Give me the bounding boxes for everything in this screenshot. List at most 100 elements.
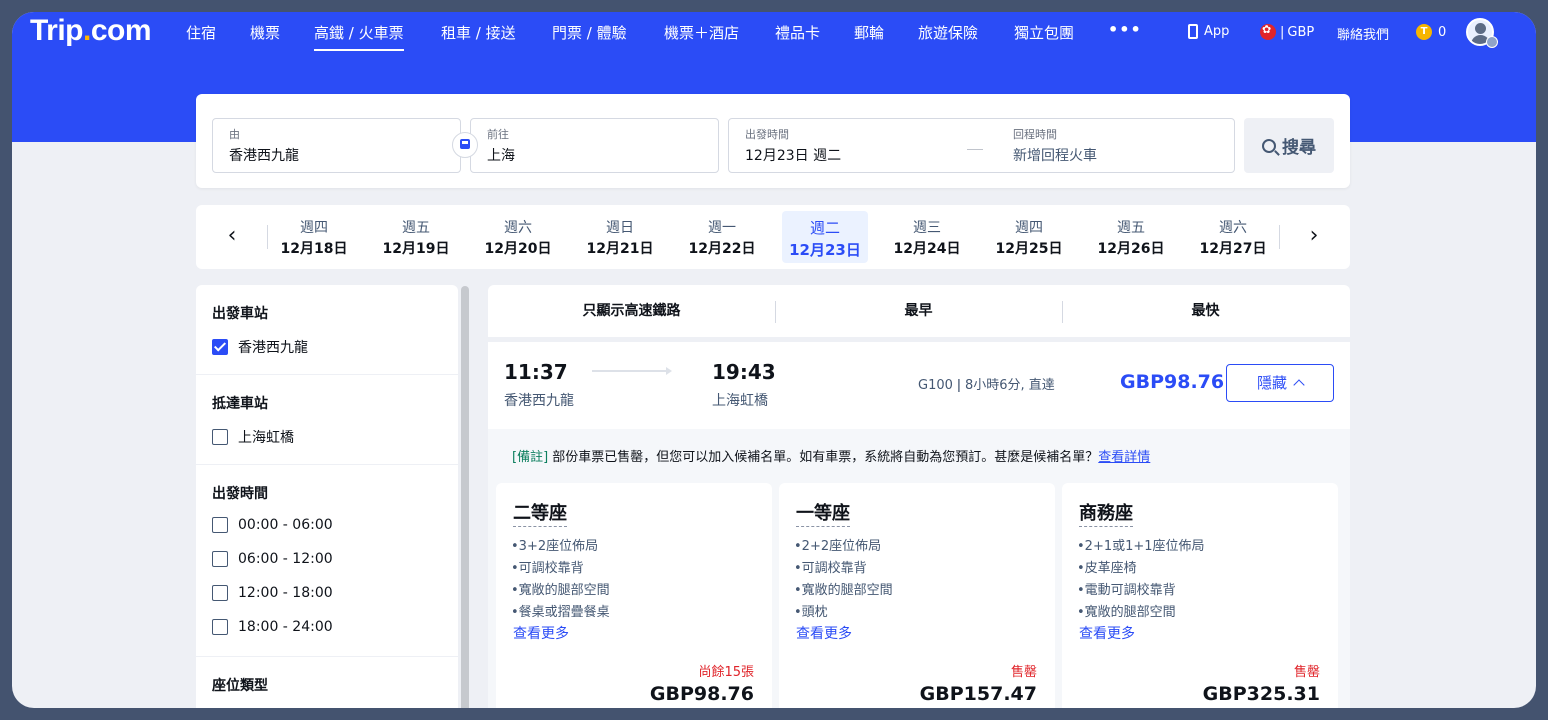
nav-item-flights[interactable]: 機票 xyxy=(250,22,280,43)
date-option-selected[interactable]: 週二 12月23日 xyxy=(782,211,868,263)
member-badge-icon xyxy=(1486,36,1498,48)
app-link[interactable]: App xyxy=(1188,24,1229,39)
chevron-left-icon[interactable]: ‹ xyxy=(220,225,244,249)
seat-class-name[interactable]: 二等座 xyxy=(513,499,567,527)
nav-item-hotels[interactable]: 住宿 xyxy=(186,22,216,43)
nav-item-private-tours[interactable]: 獨立包團 xyxy=(1014,22,1074,43)
seat-feature: •電動可調校靠背 xyxy=(1077,583,1176,598)
filter-option-time[interactable]: 00:00 - 06:00 xyxy=(212,517,333,533)
search-button[interactable]: 搜尋 xyxy=(1244,118,1334,173)
filter-option-time[interactable]: 18:00 - 24:00 xyxy=(212,619,333,635)
date-option[interactable]: 週五 12月19日 xyxy=(373,211,459,263)
arrive-station: 上海虹橋 xyxy=(712,393,768,409)
seat-feature: •3+2座位佈局 xyxy=(511,539,599,554)
date-option[interactable]: 週五 12月26日 xyxy=(1088,211,1174,263)
filter-group-divider xyxy=(196,374,458,375)
seat-class-name[interactable]: 一等座 xyxy=(796,499,850,527)
seat-availability: 尚餘15張 xyxy=(698,665,754,680)
sort-fastest[interactable]: 最快 xyxy=(1062,285,1349,338)
search-button-label: 搜尋 xyxy=(1282,138,1316,158)
nav-item-insurance[interactable]: 旅遊保險 xyxy=(918,22,978,43)
checkbox-icon[interactable] xyxy=(212,585,228,601)
train-result-card: 11:37 香港西九龍 19:43 上海虹橋 G100 ǀ 8小時6分, 直達 … xyxy=(488,342,1350,708)
seat-feature: •寬敞的腿部空間 xyxy=(511,583,610,598)
notice-text: 部份車票已售罄，但您可以加入候補名單。如有車票，系統將自動為您預訂。甚麼是候補名… xyxy=(548,450,1099,465)
sort-earliest[interactable]: 最早 xyxy=(775,285,1062,338)
date-option[interactable]: 週四 12月18日 xyxy=(271,211,357,263)
filter-title-arrive-station: 抵達車站 xyxy=(212,396,268,412)
sort-high-speed-only[interactable]: 只顯示高速鐵路 xyxy=(488,285,775,338)
seat-price: GBP98.76 xyxy=(649,683,754,705)
nav-item-car-rental[interactable]: 租車 / 接送 xyxy=(441,22,516,43)
return-label: 回程時間 xyxy=(1013,128,1057,141)
notice-details-link[interactable]: 查看詳情 xyxy=(1098,450,1150,465)
hide-button[interactable]: 隱藏 xyxy=(1226,364,1334,402)
notice-tag: [備註] xyxy=(512,450,549,465)
train-swap-icon[interactable] xyxy=(452,132,478,158)
date-divider-left xyxy=(267,225,268,249)
filter-option-time[interactable]: 06:00 - 12:00 xyxy=(212,551,333,567)
seat-option-business-class[interactable]: 商務座 •2+1或1+1座位佈局 •皮革座椅 •電動可調校靠背 •寬敞的腿部空間… xyxy=(1062,483,1338,708)
date-option[interactable]: 週六 12月20日 xyxy=(475,211,561,263)
filter-title-depart-time: 出發時間 xyxy=(212,486,268,502)
filter-option-arrive-station[interactable]: 上海虹橋 xyxy=(212,427,294,447)
checkbox-icon[interactable] xyxy=(212,619,228,635)
see-more-link[interactable]: 查看更多 xyxy=(796,623,852,643)
date-field[interactable]: 出發時間 12月23日 週二 回程時間 新增回程火車 xyxy=(728,118,1235,173)
nav-item-tickets[interactable]: 門票 / 體驗 xyxy=(552,22,627,43)
sort-bar: 只顯示高速鐵路 最早 最快 xyxy=(488,285,1350,338)
to-field[interactable]: 前往 上海 xyxy=(470,118,719,173)
depart-station: 香港西九龍 xyxy=(504,393,574,409)
filter-scrollbar[interactable] xyxy=(461,286,469,708)
seat-feature: •皮革座椅 xyxy=(1077,561,1137,576)
from-value: 香港西九龍 xyxy=(229,148,299,164)
nav-item-cruises[interactable]: 郵輪 xyxy=(854,22,884,43)
from-label: 由 xyxy=(229,128,240,141)
date-option[interactable]: 週六 12月27日 xyxy=(1190,211,1276,263)
to-value: 上海 xyxy=(487,148,515,164)
waitlist-notice: [備註] 部份車票已售罄，但您可以加入候補名單。如有車票，系統將自動為您預訂。甚… xyxy=(512,446,1150,465)
date-option[interactable]: 週日 12月21日 xyxy=(577,211,663,263)
date-option[interactable]: 週一 12月22日 xyxy=(679,211,765,263)
date-selector: ‹ 週四 12月18日 週五 12月19日 週六 12月20日 週日 12月21日 週一… xyxy=(196,205,1350,269)
search-panel: 由 香港西九龍 前往 上海 出發時間 12月23日 週二 回程時間 新增回程火車… xyxy=(196,94,1350,188)
seat-feature: •餐桌或摺疊餐桌 xyxy=(511,605,610,620)
train-summary[interactable]: 11:37 香港西九龍 19:43 上海虹橋 G100 ǀ 8小時6分, 直達 … xyxy=(488,342,1350,429)
contact-us-link[interactable]: 聯絡我們 xyxy=(1337,24,1389,43)
nav-item-gift-card[interactable]: 禮品卡 xyxy=(775,22,820,43)
seat-feature: •寬敞的腿部空間 xyxy=(1077,605,1176,620)
nav-item-trains[interactable]: 高鐵 / 火車票 xyxy=(314,22,404,51)
filter-option-depart-station[interactable]: 香港西九龍 xyxy=(212,337,308,357)
seat-class-name[interactable]: 商務座 xyxy=(1079,499,1133,527)
nav-item-flight-hotel[interactable]: 機票＋酒店 xyxy=(664,22,739,43)
seat-feature: •可調校靠背 xyxy=(511,561,584,576)
arrive-time: 19:43 xyxy=(712,360,776,384)
browser-frame: Trip.com 住宿 機票 高鐵 / 火車票 租車 / 接送 門票 / 體驗 … xyxy=(12,12,1536,708)
filter-title-seat-type: 座位類型 xyxy=(212,678,268,694)
checkbox-checked-icon[interactable] xyxy=(212,339,228,355)
date-option[interactable]: 週四 12月25日 xyxy=(986,211,1072,263)
chevron-right-icon[interactable]: › xyxy=(1302,225,1326,249)
depart-label: 出發時間 xyxy=(745,128,789,141)
filter-option-time[interactable]: 12:00 - 18:00 xyxy=(212,585,333,601)
trip-logo[interactable]: Trip.com xyxy=(30,14,152,48)
filter-sidebar: 出發車站 香港西九龍 抵達車站 上海虹橋 出發時間 00:00 - 06:00 … xyxy=(196,285,458,708)
currency-selector[interactable]: | GBP xyxy=(1260,23,1315,40)
see-more-link[interactable]: 查看更多 xyxy=(513,623,569,643)
seat-option-first-class[interactable]: 一等座 •2+2座位佈局 •可調校靠背 •寬敞的腿部空間 •頭枕 查看更多 售罄… xyxy=(779,483,1055,708)
see-more-link[interactable]: 查看更多 xyxy=(1079,623,1135,643)
route-arrow-icon xyxy=(592,367,672,375)
checkbox-icon[interactable] xyxy=(212,551,228,567)
filter-title-depart-station: 出發車站 xyxy=(212,306,268,322)
checkbox-icon[interactable] xyxy=(212,429,228,445)
date-option[interactable]: 週三 12月24日 xyxy=(884,211,970,263)
trip-coins[interactable]: T 0 xyxy=(1416,24,1446,40)
checkbox-icon[interactable] xyxy=(212,517,228,533)
more-menu-icon[interactable]: ••• xyxy=(1108,20,1142,39)
coin-icon: T xyxy=(1416,24,1432,40)
seat-option-second-class[interactable]: 二等座 •3+2座位佈局 •可調校靠背 •寬敞的腿部空間 •餐桌或摺疊餐桌 查看… xyxy=(496,483,772,708)
currency-label: GBP xyxy=(1287,24,1315,40)
return-value[interactable]: 新增回程火車 xyxy=(1013,145,1097,165)
from-field[interactable]: 由 香港西九龍 xyxy=(212,118,461,173)
coin-count: 0 xyxy=(1438,24,1447,40)
